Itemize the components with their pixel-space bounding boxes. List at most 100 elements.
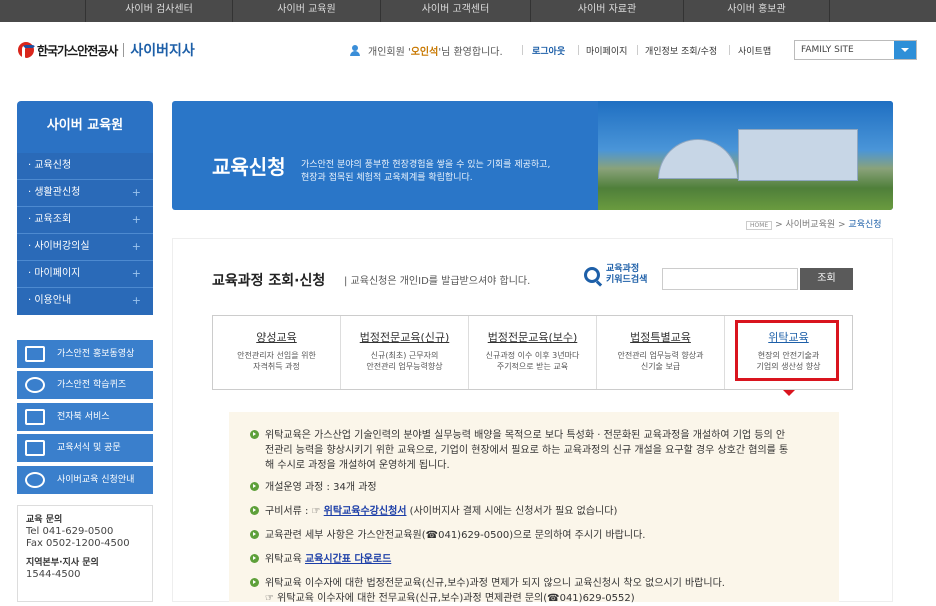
page-subtitle: | 교육신청은 개인ID를 발급받으셔야 합니다.: [344, 276, 531, 287]
promo-video-button[interactable]: 가스안전 홍보동영상: [17, 340, 153, 368]
privacy-link[interactable]: 개인정보 조회/수정: [645, 44, 717, 57]
tab-title: 법정전문교육(신규): [359, 331, 450, 344]
sidebar-item-mypage[interactable]: · 마이페이지 +: [17, 261, 153, 288]
sidebar-item-inquiry[interactable]: · 교육조회 +: [17, 207, 153, 234]
active-tab-highlight: [735, 320, 839, 381]
quiz-button[interactable]: 가스안전 학습퀴즈: [17, 371, 153, 399]
forms-button[interactable]: 교육서식 및 공문: [17, 434, 153, 462]
mypage-link[interactable]: 마이페이지: [586, 44, 627, 57]
sidebar-item-dormitory[interactable]: · 생활관신청 +: [17, 180, 153, 207]
search-icon: [584, 267, 600, 283]
logo[interactable]: 한국가스안전공사 사이버지사: [18, 40, 195, 61]
required-docs-suffix: (사이버지사 결제 시에는 신청서가 필요 없습니다): [406, 506, 618, 517]
tab-desc-line: 신규과정 이수 이후 3년마다: [485, 351, 580, 360]
home-icon[interactable]: HOME: [746, 221, 773, 230]
keyword-text: 교육과정 키워드검색: [606, 264, 647, 286]
tab-desc: 신규(최초) 근무자의 안전관리 업무능력향상: [341, 350, 468, 372]
chevron-down-icon[interactable]: [894, 41, 916, 59]
plus-icon: +: [131, 267, 141, 280]
ebook-label: 전자북 서비스: [57, 412, 110, 422]
logo-divider: [123, 43, 125, 57]
sidebar-item-classroom[interactable]: · 사이버강의실 +: [17, 234, 153, 261]
tab-legal-new[interactable]: 법정전문교육(신규) 신규(최초) 근무자의 안전관리 업무능력향상: [341, 316, 469, 389]
bullet-icon: [250, 482, 259, 491]
building-shape: [658, 139, 738, 179]
quiz-label: 가스안전 학습퀴즈: [57, 380, 127, 390]
timetable-download-link[interactable]: 교육시간표 다운로드: [305, 554, 391, 565]
building-shape: [738, 129, 858, 181]
tab-title: 법정특별교육: [630, 331, 691, 344]
tab-pointer-icon: [783, 390, 795, 402]
tab-training[interactable]: 양성교육 안전관리자 선임을 위한 자격취득 과정: [213, 316, 341, 389]
header-divider: [522, 45, 523, 55]
plus-icon: +: [131, 186, 141, 199]
branch-phone: 1544-4500: [26, 569, 81, 580]
logo-company: 한국가스안전공사: [37, 43, 118, 58]
edu-tel: Tel 041-629-0500: [26, 526, 114, 537]
info-text: 위탁교육은 가스산업 기술인력의 분야별 실무능력 배양을 목적으로 보다 특성…: [265, 430, 786, 441]
application-form-link[interactable]: 위탁교육수강신청서: [324, 506, 407, 517]
user-icon: [350, 45, 360, 56]
bullet-icon: [250, 578, 259, 587]
header-divider: [578, 45, 579, 55]
breadcrumb-level1[interactable]: 사이버교육원: [785, 220, 835, 230]
banner-desc-line: 현장과 접목된 체험적 교육체계를 확립합니다.: [301, 173, 473, 183]
sidebar-item-label: 이용안내: [34, 295, 72, 306]
keyword-search-input[interactable]: [662, 268, 798, 290]
plus-icon: +: [131, 294, 141, 307]
kgs-logo-icon: [25, 472, 45, 488]
search-button[interactable]: 조회: [800, 268, 853, 290]
top-nav: 사이버 검사센터 사이버 교육원 사이버 고객센터 사이버 자료관 사이버 홍보…: [0, 0, 936, 22]
tab-title: 양성교육: [256, 331, 297, 344]
welcome-message: 개인회원 ' 오인석 '님 환영합니다.: [350, 43, 503, 58]
contact-info: 교육 문의 Tel 041-629-0500 Fax 0502-1200-450…: [17, 505, 153, 602]
forms-label: 교육서식 및 공문: [57, 443, 121, 453]
sidebar-item-guide[interactable]: · 이용안내 +: [17, 288, 153, 315]
tab-desc-line: 신규(최초) 근무자의: [370, 351, 439, 360]
info-paragraph: 위탁교육은 가스산업 기술인력의 분야별 실무능력 배양을 목적으로 보다 특성…: [250, 428, 830, 473]
header-divider: [637, 45, 638, 55]
banner-desc-line: 가스안전 분야의 풍부한 현장경험을 쌓을 수 있는 기회를 제공하고,: [301, 160, 551, 170]
edu-contact-label: 교육 문의: [26, 515, 63, 525]
info-text: ☞ 위탁교육 이수자에 대한 전무교육(신규,보수)과정 면제관련 문의(☎04…: [265, 593, 635, 604]
tab-special[interactable]: 법정특별교육 안전관리 업무능력 향상과 신기술 보급: [597, 316, 725, 389]
sidebar-item-apply[interactable]: · 교육신청: [17, 153, 153, 180]
bullet-icon: [250, 506, 259, 515]
family-site-select[interactable]: FAMILY SITE: [794, 40, 917, 60]
tab-desc: 안전관리자 선임을 위한 자격취득 과정: [213, 350, 340, 372]
sidebar-nav: · 교육신청 · 생활관신청 + · 교육조회 + · 사이버강의실 + · 마이페이…: [17, 153, 153, 315]
topnav-customer[interactable]: 사이버 고객센터: [380, 0, 530, 22]
info-text: 개설운영 과정 : 34개 과정: [265, 482, 377, 493]
info-text: 전관리 능력을 향상시키기 위한 교육으로, 기업이 현장에서 필요로 하는 교…: [265, 445, 789, 456]
page-banner: 교육신청 가스안전 분야의 풍부한 현장경험을 쌓을 수 있는 기회를 제공하고…: [172, 101, 893, 210]
apply-guide-button[interactable]: 사이버교육 신청안내: [17, 466, 153, 494]
banner-description: 가스안전 분야의 풍부한 현장경험을 쌓을 수 있는 기회를 제공하고, 현장과…: [301, 159, 550, 185]
promo-video-label: 가스안전 홍보동영상: [57, 349, 135, 359]
info-text: 구비서류 : ☞ 위탁교육수강신청서 (사이버지사 결제 시에는 신청서가 필요…: [265, 504, 617, 519]
topnav-archive[interactable]: 사이버 자료관: [530, 0, 683, 22]
keyword-line: 키워드검색: [606, 275, 648, 285]
topnav-education[interactable]: 사이버 교육원: [232, 0, 380, 22]
quiz-icon: [25, 377, 45, 393]
sidebar-item-label: 교육신청: [34, 160, 72, 171]
logout-link[interactable]: 로그아웃: [532, 44, 565, 57]
tab-desc-line: 주기적으로 받는 교육: [496, 362, 569, 371]
sitemap-link[interactable]: 사이트맵: [738, 44, 771, 57]
tab-desc: 신규과정 이수 이후 3년마다주기적으로 받는 교육: [469, 350, 596, 372]
edu-fax: Fax 0502-1200-4500: [26, 538, 130, 549]
info-text: 위탁교육 교육시간표 다운로드: [265, 552, 391, 567]
document-icon: [25, 440, 45, 456]
tab-legal-refresh[interactable]: 법정전문교육(보수) 신규과정 이수 이후 3년마다 주기적으로 받는 교육: [469, 316, 597, 389]
info-text: 교육관련 세부 사항은 가스안전교육원(☎041)629-0500)으로 문의하…: [265, 530, 646, 541]
info-item: 구비서류 : ☞ 위탁교육수강신청서 (사이버지사 결제 시에는 신청서가 필요…: [250, 504, 617, 519]
sidebar-title: 사이버 교육원: [17, 101, 153, 153]
sidebar: 사이버 교육원 · 교육신청 · 생활관신청 + · 교육조회 + · 사이버강의실…: [17, 101, 153, 315]
plus-icon: +: [131, 240, 141, 253]
campus-photo: [598, 101, 893, 210]
tab-desc-line: 안전관리 업무능력 향상과: [617, 351, 704, 360]
topnav-inspection[interactable]: 사이버 검사센터: [85, 0, 232, 22]
plus-icon: +: [131, 213, 141, 226]
topnav-pr[interactable]: 사이버 홍보관: [683, 0, 830, 22]
ebook-button[interactable]: 전자북 서비스: [17, 403, 153, 431]
video-icon: [25, 346, 45, 362]
